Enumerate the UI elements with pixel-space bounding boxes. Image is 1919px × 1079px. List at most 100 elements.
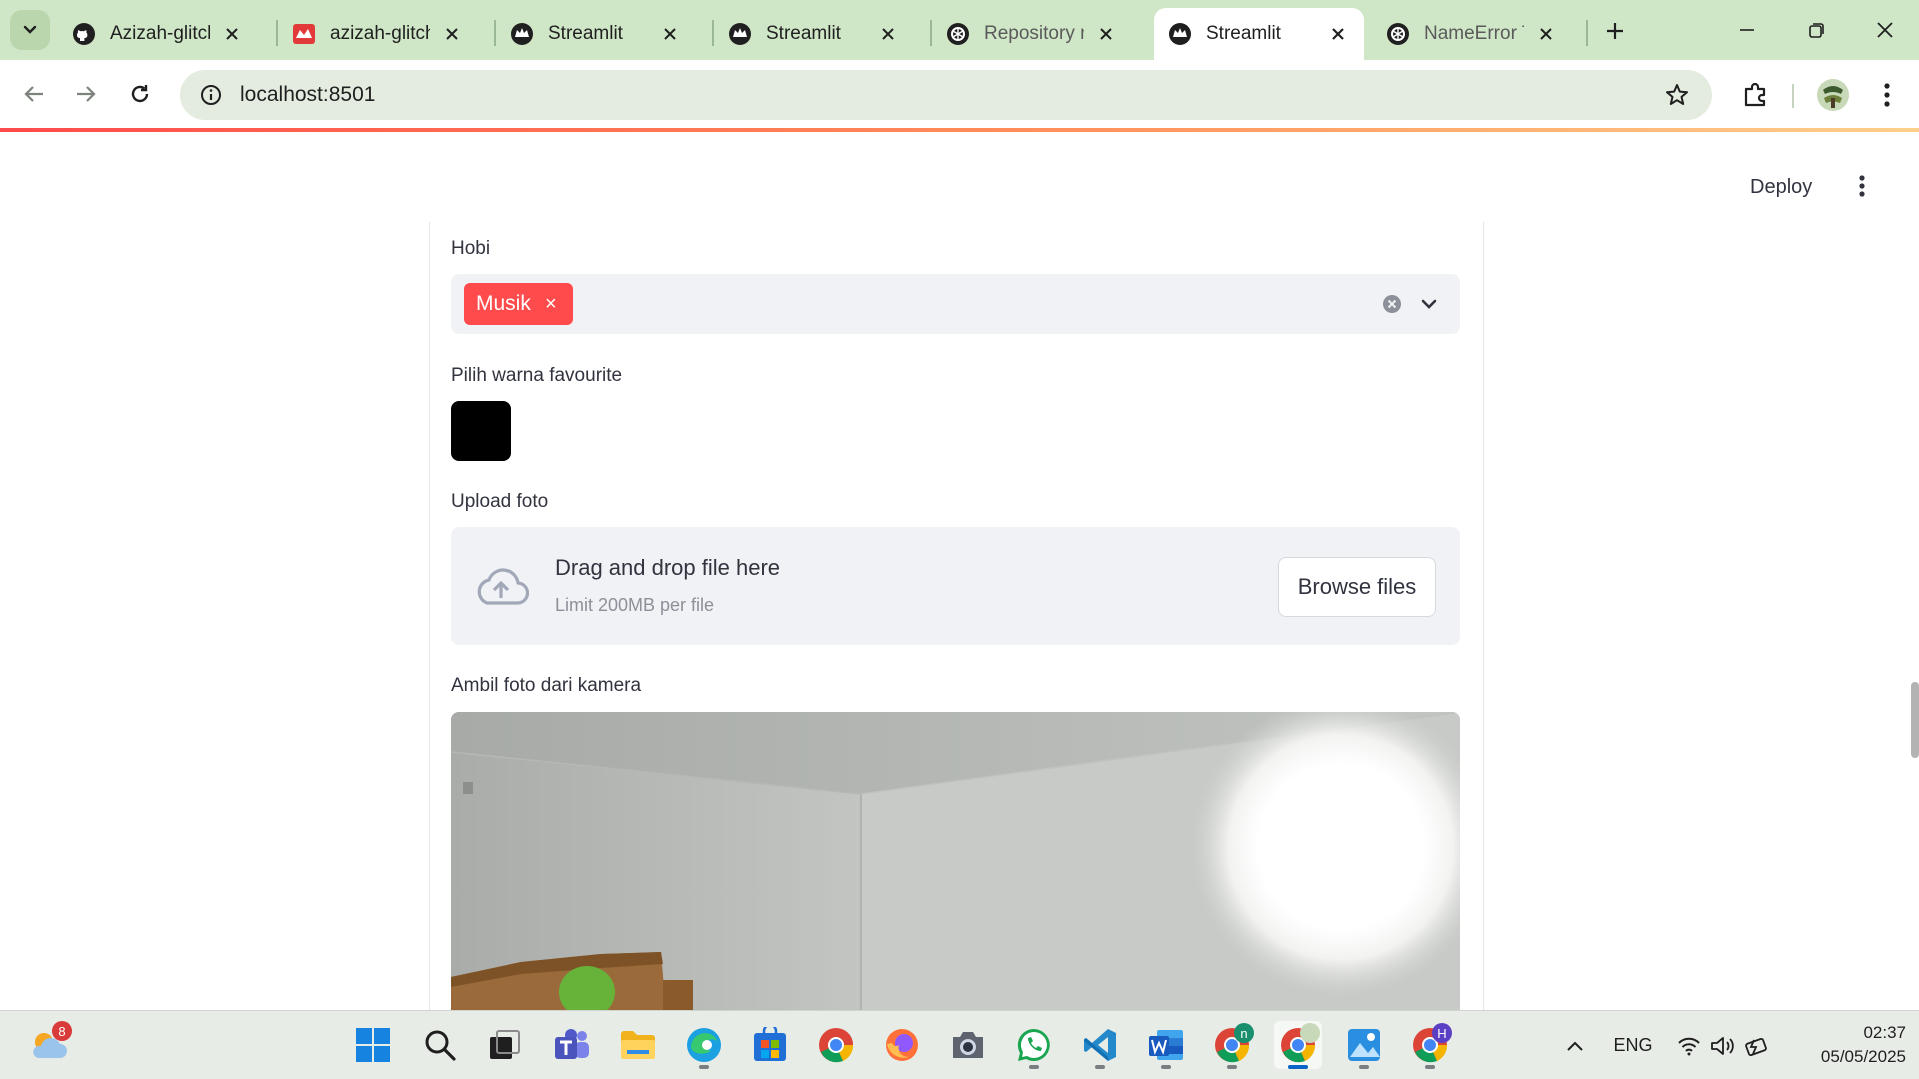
bookmark-star-icon[interactable]: [1652, 70, 1702, 120]
hobi-multiselect[interactable]: Musik ×: [451, 274, 1460, 334]
volume-icon[interactable]: [1708, 1011, 1738, 1079]
wifi-icon[interactable]: [1674, 1011, 1704, 1079]
show-hidden-icons-button[interactable]: [1560, 1011, 1590, 1079]
taskbar-app-chrome[interactable]: [812, 1021, 860, 1069]
close-icon[interactable]: [220, 22, 244, 46]
cloud-upload-icon: [477, 568, 529, 605]
battery-icon[interactable]: [1742, 1011, 1772, 1079]
tab-title: azizah-glitch's: [330, 23, 430, 44]
store-icon: [754, 1027, 786, 1061]
tab-title: NameError Ta: [1424, 23, 1524, 44]
profile-avatar[interactable]: [1812, 74, 1854, 116]
running-indicator: [1359, 1065, 1369, 1069]
color-picker-label: Pilih warna favourite: [451, 365, 623, 386]
deploy-button[interactable]: Deploy: [1740, 170, 1822, 205]
browser-tab-strip: Azizah-glitch/ azizah-glitch's Streamlit: [0, 0, 1919, 60]
tab-title: Streamlit: [1206, 23, 1281, 44]
close-icon: [1877, 22, 1893, 38]
close-icon[interactable]: [876, 22, 900, 46]
close-icon[interactable]: [658, 22, 682, 46]
tab-title: Streamlit: [548, 23, 623, 44]
taskbar-app-chrome-profile-h[interactable]: H: [1406, 1021, 1454, 1069]
chevron-down-icon: [23, 25, 37, 34]
language-indicator[interactable]: ENG: [1610, 1011, 1656, 1079]
chrome-icon: [819, 1028, 854, 1063]
running-indicator: [1288, 1065, 1308, 1069]
restore-button[interactable]: [1792, 10, 1842, 50]
forward-button[interactable]: [64, 72, 108, 116]
minimize-button[interactable]: [1722, 10, 1772, 50]
windows-logo-icon: [356, 1028, 390, 1062]
clear-all-icon[interactable]: [1382, 294, 1402, 314]
back-button[interactable]: [12, 72, 56, 116]
browser-tab[interactable]: Azizah-glitch/: [58, 8, 258, 60]
clock-date: 05/05/2025: [1820, 1047, 1906, 1066]
site-info-icon[interactable]: [186, 70, 236, 120]
running-indicator: [699, 1065, 709, 1069]
start-button[interactable]: [349, 1021, 397, 1069]
profile-badge: H: [1432, 1023, 1452, 1043]
url-text[interactable]: localhost:8501: [240, 83, 1652, 107]
page-scrollbar-thumb[interactable]: [1911, 682, 1919, 758]
screen: Azizah-glitch/ azizah-glitch's Streamlit: [0, 0, 1919, 1079]
close-icon[interactable]: [1094, 22, 1118, 46]
taskbar-app-word[interactable]: [1142, 1021, 1190, 1069]
minimize-icon: [1740, 29, 1754, 31]
taskbar-app-camera[interactable]: [944, 1021, 992, 1069]
extensions-icon[interactable]: [1734, 74, 1776, 116]
task-view-button[interactable]: [480, 1021, 528, 1069]
taskbar-app-vscode[interactable]: [1076, 1021, 1124, 1069]
tab-search-button[interactable]: [10, 10, 50, 50]
browser-tab[interactable]: Repository no: [932, 8, 1132, 60]
browser-tab[interactable]: NameError Ta: [1372, 8, 1572, 60]
address-bar[interactable]: localhost:8501: [180, 70, 1712, 120]
task-view-icon: [490, 1030, 520, 1059]
openai-icon: [1386, 22, 1410, 46]
chevron-down-icon[interactable]: [1417, 292, 1441, 316]
taskbar-app-store[interactable]: [746, 1021, 794, 1069]
chevron-up-icon: [1567, 1041, 1583, 1051]
chrome-menu-button[interactable]: [1866, 74, 1908, 116]
taskbar-app-firefox[interactable]: [878, 1021, 926, 1069]
github-icon: [72, 22, 96, 46]
close-icon[interactable]: [1534, 22, 1558, 46]
browser-tab[interactable]: azizah-glitch's: [278, 8, 478, 60]
browser-tab[interactable]: Streamlit: [714, 8, 914, 60]
taskbar-app-chrome-profile-n[interactable]: n: [1208, 1021, 1256, 1069]
whatsapp-icon: [1017, 1028, 1050, 1061]
taskbar-app-edge[interactable]: [680, 1021, 728, 1069]
close-icon[interactable]: [1326, 22, 1350, 46]
browser-tab-active[interactable]: Streamlit: [1154, 8, 1364, 60]
reload-button[interactable]: [118, 72, 162, 116]
file-uploader-dropzone[interactable]: Drag and drop file here Limit 200MB per …: [451, 527, 1460, 645]
vscode-icon: [1084, 1029, 1116, 1061]
main-menu-button[interactable]: [1846, 168, 1878, 204]
tab-title: Azizah-glitch/: [110, 23, 210, 44]
clock-time: 02:37: [1863, 1023, 1906, 1042]
tab-separator: [1586, 20, 1588, 46]
teams-icon: [555, 1029, 589, 1059]
chip-remove-button[interactable]: ×: [541, 293, 561, 316]
close-icon[interactable]: [440, 22, 464, 46]
running-indicator: [1029, 1065, 1039, 1069]
new-tab-button[interactable]: [1598, 14, 1632, 48]
browser-tab[interactable]: Streamlit: [496, 8, 696, 60]
taskbar-app-whatsapp[interactable]: [1010, 1021, 1058, 1069]
color-picker-swatch[interactable]: [451, 401, 511, 461]
windows-taskbar: 8 n H ENG 02:37 05/05/2025: [0, 1010, 1919, 1079]
system-clock[interactable]: 02:37 05/05/2025: [1796, 1021, 1906, 1069]
taskbar-app-file-explorer[interactable]: [614, 1021, 662, 1069]
streamlit-icon: [1168, 22, 1192, 46]
close-window-button[interactable]: [1860, 10, 1910, 50]
taskbar-app-chrome-active[interactable]: [1274, 1021, 1322, 1069]
restore-icon: [1809, 23, 1824, 38]
selected-option-chip: Musik ×: [464, 283, 573, 325]
browse-files-button[interactable]: Browse files: [1278, 557, 1436, 617]
taskbar-app-teams[interactable]: [548, 1021, 596, 1069]
search-button[interactable]: [416, 1021, 464, 1069]
weather-widget[interactable]: 8: [24, 1021, 72, 1069]
word-icon: [1149, 1030, 1183, 1060]
camera-input-preview[interactable]: [451, 712, 1460, 1010]
taskbar-app-photos[interactable]: [1340, 1021, 1388, 1069]
weather-badge: 8: [52, 1021, 72, 1041]
